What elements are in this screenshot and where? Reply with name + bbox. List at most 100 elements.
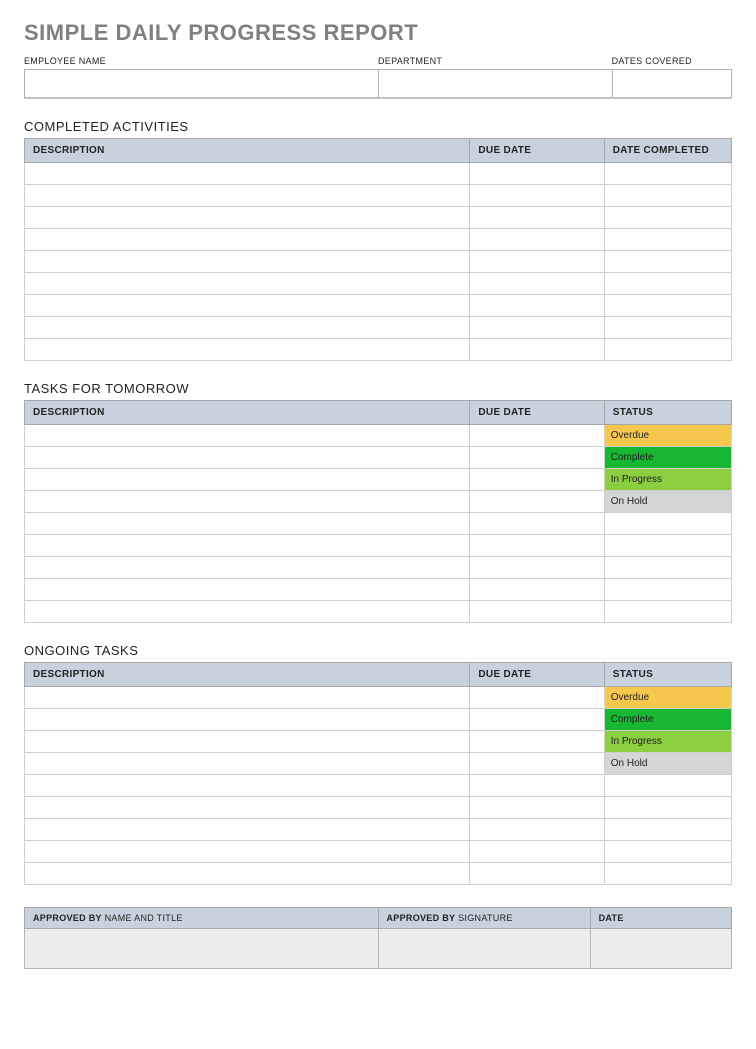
ongoing-status-cell[interactable]	[604, 797, 731, 819]
tomorrow-description-cell[interactable]	[25, 491, 470, 513]
ongoing-status-cell[interactable]: Complete	[604, 709, 731, 731]
tomorrow-status-cell[interactable]	[604, 557, 731, 579]
completed-activities-heading: COMPLETED ACTIVITIES	[24, 119, 732, 134]
completed-due-cell[interactable]	[470, 295, 604, 317]
completed-due-cell[interactable]	[470, 207, 604, 229]
ongoing-status-cell[interactable]	[604, 775, 731, 797]
tomorrow-status-cell[interactable]	[604, 579, 731, 601]
ongoing-description-cell[interactable]	[25, 797, 470, 819]
ongoing-status-cell[interactable]	[604, 819, 731, 841]
tomorrow-due-cell[interactable]	[470, 557, 604, 579]
completed-date-cell[interactable]	[604, 251, 731, 273]
completed-due-cell[interactable]	[470, 163, 604, 185]
approval-header-b-rest: SIGNATURE	[455, 913, 512, 923]
tomorrow-status-cell[interactable]: Overdue	[604, 425, 731, 447]
tomorrow-description-cell[interactable]	[25, 425, 470, 447]
ongoing-due-cell[interactable]	[470, 687, 604, 709]
ongoing-status-cell[interactable]	[604, 841, 731, 863]
ongoing-due-cell[interactable]	[470, 753, 604, 775]
tomorrow-due-cell[interactable]	[470, 469, 604, 491]
completed-description-cell[interactable]	[25, 251, 470, 273]
completed-date-cell[interactable]	[604, 339, 731, 361]
completed-date-cell[interactable]	[604, 207, 731, 229]
ongoing-description-cell[interactable]	[25, 863, 470, 885]
ongoing-description-cell[interactable]	[25, 841, 470, 863]
dates-covered-input[interactable]	[612, 70, 732, 97]
completed-description-cell[interactable]	[25, 273, 470, 295]
tomorrow-description-cell[interactable]	[25, 535, 470, 557]
completed-header-description: DESCRIPTION	[25, 139, 470, 163]
tomorrow-description-cell[interactable]	[25, 579, 470, 601]
tomorrow-description-cell[interactable]	[25, 557, 470, 579]
ongoing-due-cell[interactable]	[470, 797, 604, 819]
completed-date-cell[interactable]	[604, 273, 731, 295]
completed-date-cell[interactable]	[604, 163, 731, 185]
approval-name-title-input[interactable]	[25, 929, 379, 969]
ongoing-due-cell[interactable]	[470, 863, 604, 885]
ongoing-tasks-heading: ONGOING TASKS	[24, 643, 732, 658]
tomorrow-due-cell[interactable]	[470, 579, 604, 601]
completed-date-cell[interactable]	[604, 317, 731, 339]
tomorrow-header-status: STATUS	[604, 401, 731, 425]
table-row	[25, 535, 732, 557]
completed-description-cell[interactable]	[25, 185, 470, 207]
completed-due-cell[interactable]	[470, 251, 604, 273]
tomorrow-description-cell[interactable]	[25, 601, 470, 623]
completed-due-cell[interactable]	[470, 273, 604, 295]
ongoing-description-cell[interactable]	[25, 753, 470, 775]
completed-description-cell[interactable]	[25, 339, 470, 361]
ongoing-description-cell[interactable]	[25, 819, 470, 841]
tomorrow-due-cell[interactable]	[470, 447, 604, 469]
ongoing-description-cell[interactable]	[25, 775, 470, 797]
approval-date-input[interactable]	[590, 929, 731, 969]
tomorrow-due-cell[interactable]	[470, 425, 604, 447]
ongoing-status-cell[interactable]: Overdue	[604, 687, 731, 709]
table-row	[25, 579, 732, 601]
tomorrow-status-cell[interactable]: In Progress	[604, 469, 731, 491]
tomorrow-due-cell[interactable]	[470, 535, 604, 557]
table-row	[25, 229, 732, 251]
tomorrow-description-cell[interactable]	[25, 447, 470, 469]
table-row	[25, 339, 732, 361]
tomorrow-due-cell[interactable]	[470, 491, 604, 513]
tomorrow-description-cell[interactable]	[25, 513, 470, 535]
completed-date-cell[interactable]	[604, 185, 731, 207]
ongoing-due-cell[interactable]	[470, 731, 604, 753]
completed-due-cell[interactable]	[470, 339, 604, 361]
completed-description-cell[interactable]	[25, 207, 470, 229]
approval-header-a-rest: NAME AND TITLE	[102, 913, 183, 923]
completed-due-cell[interactable]	[470, 185, 604, 207]
department-input[interactable]	[378, 70, 612, 97]
department-label: DEPARTMENT	[378, 56, 612, 69]
ongoing-status-cell[interactable]	[604, 863, 731, 885]
ongoing-description-cell[interactable]	[25, 687, 470, 709]
tomorrow-status-cell[interactable]: On Hold	[604, 491, 731, 513]
completed-description-cell[interactable]	[25, 317, 470, 339]
ongoing-description-cell[interactable]	[25, 731, 470, 753]
tomorrow-due-cell[interactable]	[470, 601, 604, 623]
table-row	[25, 797, 732, 819]
ongoing-status-cell[interactable]: In Progress	[604, 731, 731, 753]
ongoing-due-cell[interactable]	[470, 709, 604, 731]
ongoing-status-cell[interactable]: On Hold	[604, 753, 731, 775]
completed-date-cell[interactable]	[604, 229, 731, 251]
employee-name-input[interactable]	[24, 70, 378, 97]
ongoing-due-cell[interactable]	[470, 819, 604, 841]
ongoing-due-cell[interactable]	[470, 841, 604, 863]
tomorrow-status-cell[interactable]	[604, 601, 731, 623]
ongoing-due-cell[interactable]	[470, 775, 604, 797]
completed-description-cell[interactable]	[25, 163, 470, 185]
completed-due-cell[interactable]	[470, 229, 604, 251]
ongoing-description-cell[interactable]	[25, 709, 470, 731]
tomorrow-description-cell[interactable]	[25, 469, 470, 491]
table-row	[25, 841, 732, 863]
tomorrow-status-cell[interactable]	[604, 513, 731, 535]
completed-description-cell[interactable]	[25, 229, 470, 251]
tomorrow-due-cell[interactable]	[470, 513, 604, 535]
completed-date-cell[interactable]	[604, 295, 731, 317]
tomorrow-status-cell[interactable]	[604, 535, 731, 557]
approval-signature-input[interactable]	[378, 929, 590, 969]
tomorrow-status-cell[interactable]: Complete	[604, 447, 731, 469]
completed-due-cell[interactable]	[470, 317, 604, 339]
completed-description-cell[interactable]	[25, 295, 470, 317]
